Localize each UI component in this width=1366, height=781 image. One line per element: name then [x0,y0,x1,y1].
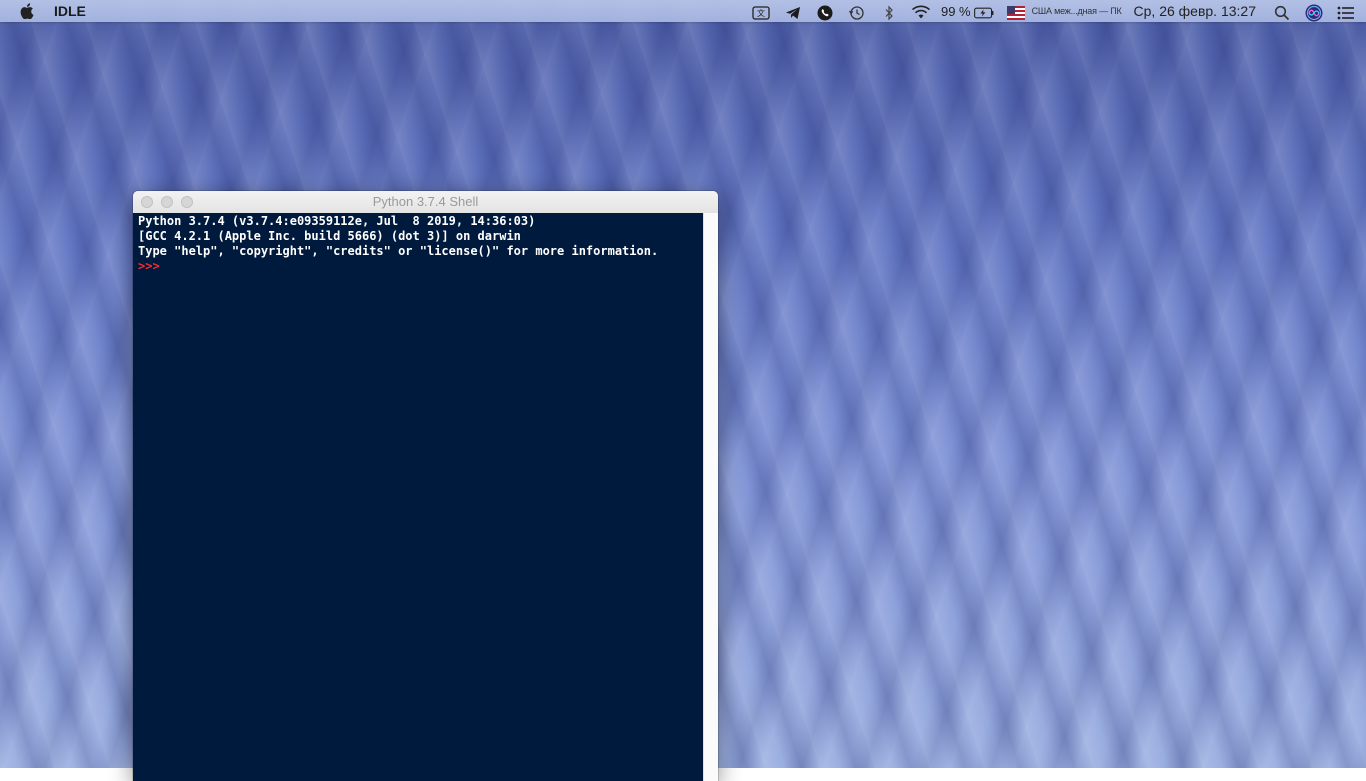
shell-banner-line: Type "help", "copyright", "credits" or "… [138,244,659,258]
window-titlebar[interactable]: Python 3.7.4 Shell [133,191,718,214]
svg-text:文: 文 [757,8,765,18]
battery-icon[interactable] [973,0,994,22]
shell-prompt: >>> [138,259,167,273]
shell-input-line[interactable]: >>> [138,259,703,274]
notification-center-icon[interactable] [1336,0,1356,22]
shell-text-area[interactable]: Python 3.7.4 (v3.7.4:e09359112e, Jul 8 2… [133,213,703,781]
bluetooth-icon[interactable] [879,0,899,22]
keyboard-layout-label[interactable]: США меж...дная — ПК [1032,0,1122,22]
viber-icon[interactable] [815,0,835,22]
vertical-scrollbar[interactable] [703,213,718,781]
shell-banner-line: [GCC 4.2.1 (Apple Inc. build 5666) (dot … [138,229,521,243]
language-icon[interactable]: 文 [751,0,771,22]
apple-icon[interactable] [20,3,34,20]
time-machine-icon[interactable] [847,0,867,22]
menu-bar: IDLE 文 99 % США меж...дная — ПК Ср, 26 ф… [0,0,1366,22]
search-icon[interactable] [1272,0,1292,22]
app-name-menu[interactable]: IDLE [54,3,86,19]
shell-banner-line: Python 3.7.4 (v3.7.4:e09359112e, Jul 8 2… [138,214,543,228]
siri-icon[interactable] [1304,0,1324,22]
window-title: Python 3.7.4 Shell [372,194,479,209]
python-shell-window[interactable]: Python 3.7.4 Shell Python 3.7.4 (v3.7.4:… [133,191,718,781]
telegram-icon[interactable] [783,0,803,22]
wifi-icon[interactable] [911,0,931,22]
menu-clock[interactable]: Ср, 26 февр. 13:27 [1134,0,1256,22]
battery-percentage: 99 % [940,3,971,19]
flag-icon[interactable] [1006,0,1026,22]
